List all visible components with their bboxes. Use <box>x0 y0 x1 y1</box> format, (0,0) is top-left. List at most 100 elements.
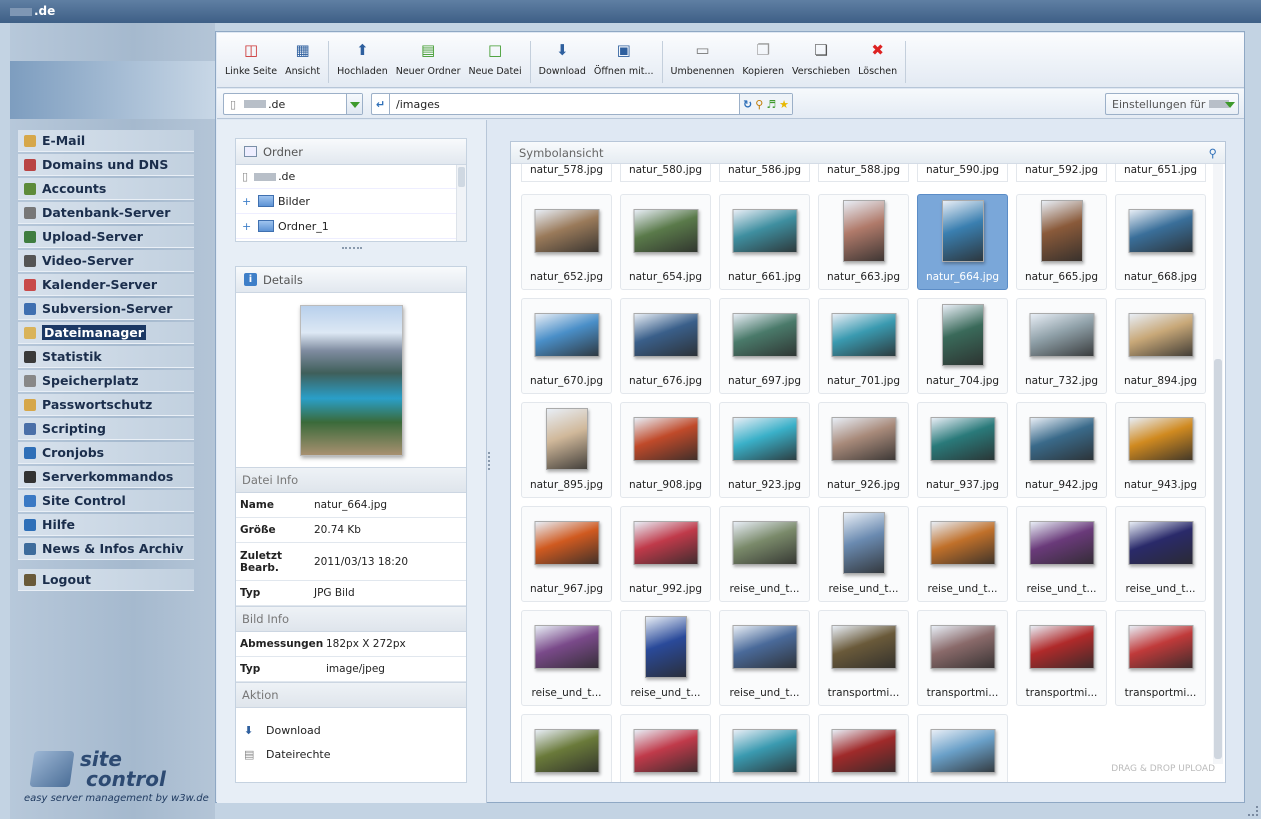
nav-item-site-control[interactable]: Site Control <box>18 490 194 512</box>
file-tile[interactable]: reise_und_t... <box>1016 506 1107 602</box>
file-tile[interactable]: transportmi... <box>1016 610 1107 706</box>
nav-item-video-server[interactable]: Video-Server <box>18 250 194 272</box>
file-tile[interactable]: natur_967.jpg <box>521 506 612 602</box>
nav-item-kalender-server[interactable]: Kalender-Server <box>18 274 194 296</box>
file-tile[interactable]: reise_und_t... <box>917 506 1008 602</box>
nav-item-news-infos-archiv[interactable]: News & Infos Archiv <box>18 538 194 560</box>
file-tile[interactable]: natur_654.jpg <box>620 194 711 290</box>
expand-icon[interactable]: + <box>242 220 258 233</box>
öffnen-mit-button[interactable]: ▣ Öffnen mit... <box>590 41 658 83</box>
neuer-ordner-button[interactable]: ▤ Neuer Ordner <box>392 41 465 83</box>
file-tile[interactable]: natur_588.jpg <box>818 164 909 182</box>
nav-item-passwortschutz[interactable]: Passwortschutz <box>18 394 194 416</box>
favorite-star-icon[interactable]: ★ <box>779 98 789 111</box>
file-tile[interactable]: natur_937.jpg <box>917 402 1008 498</box>
file-tile[interactable]: natur_586.jpg <box>719 164 810 182</box>
nav-item-subversion-server[interactable]: Subversion-Server <box>18 298 194 320</box>
file-tile[interactable]: natur_923.jpg <box>719 402 810 498</box>
ansicht-button[interactable]: ▦ Ansicht <box>281 41 324 83</box>
löschen-button[interactable]: ✖ Löschen <box>854 41 901 83</box>
refresh-icon[interactable]: ↻ <box>743 98 752 111</box>
file-tile[interactable]: natur_652.jpg <box>521 194 612 290</box>
nav-item-speicherplatz[interactable]: Speicherplatz <box>18 370 194 392</box>
file-tile[interactable]: reise_und_t... <box>719 610 810 706</box>
file-tile[interactable] <box>818 714 909 782</box>
file-tile[interactable]: natur_697.jpg <box>719 298 810 394</box>
file-tile[interactable]: natur_908.jpg <box>620 402 711 498</box>
folder-up-icon[interactable]: ↵ <box>372 94 390 114</box>
file-tile[interactable]: natur_676.jpg <box>620 298 711 394</box>
file-tile[interactable]: natur_592.jpg <box>1016 164 1107 182</box>
file-tile[interactable]: natur_664.jpg <box>917 194 1008 290</box>
tree-root[interactable]: ▯ .de <box>236 165 466 189</box>
grid-scrollbar[interactable] <box>1213 164 1223 764</box>
zoom-icon[interactable]: ⚲ <box>1209 146 1217 160</box>
nav-item-hilfe[interactable]: Hilfe <box>18 514 194 536</box>
verschieben-button[interactable]: ❏ Verschieben <box>788 41 854 83</box>
chevron-down-icon[interactable] <box>1222 94 1238 114</box>
tree-folder-bilder[interactable]: + Bilder <box>236 189 466 214</box>
file-tile[interactable]: reise_und_t... <box>620 610 711 706</box>
file-tile[interactable] <box>719 714 810 782</box>
file-tile[interactable] <box>521 714 612 782</box>
nav-item-upload-server[interactable]: Upload-Server <box>18 226 194 248</box>
file-tile[interactable]: transportmi... <box>917 610 1008 706</box>
file-tile[interactable]: natur_704.jpg <box>917 298 1008 394</box>
file-tile[interactable] <box>620 714 711 782</box>
nav-item-e-mail[interactable]: E-Mail <box>18 130 194 152</box>
linke-seite-button[interactable]: ◫ Linke Seite <box>221 41 281 83</box>
file-tile[interactable]: reise_und_t... <box>818 506 909 602</box>
nav-item-accounts[interactable]: Accounts <box>18 178 194 200</box>
file-tile[interactable]: natur_701.jpg <box>818 298 909 394</box>
expand-icon[interactable]: + <box>242 195 258 208</box>
file-tile[interactable]: natur_894.jpg <box>1115 298 1206 394</box>
folder-scrollbar[interactable] <box>456 165 466 241</box>
chevron-down-icon[interactable] <box>346 94 362 114</box>
splitter-handle[interactable] <box>342 247 362 251</box>
file-tile[interactable]: natur_578.jpg <box>521 164 612 182</box>
action-permissions[interactable]: ▤ Dateirechte <box>244 742 466 766</box>
file-tile[interactable]: natur_670.jpg <box>521 298 612 394</box>
file-tile[interactable]: natur_665.jpg <box>1016 194 1107 290</box>
file-tile[interactable]: natur_651.jpg <box>1115 164 1206 182</box>
file-tile[interactable]: natur_992.jpg <box>620 506 711 602</box>
nav-item-logout[interactable]: Logout <box>18 569 194 591</box>
file-tile[interactable]: reise_und_t... <box>719 506 810 602</box>
file-tile[interactable]: natur_580.jpg <box>620 164 711 182</box>
settings-select[interactable]: Einstellungen für <box>1105 93 1239 115</box>
file-tile[interactable]: transportmi... <box>1115 610 1206 706</box>
file-tile[interactable]: natur_661.jpg <box>719 194 810 290</box>
file-tile[interactable]: natur_590.jpg <box>917 164 1008 182</box>
nav-item-domains-und-dns[interactable]: Domains und DNS <box>18 154 194 176</box>
neue-datei-button[interactable]: □ Neue Datei <box>464 41 525 83</box>
file-tile[interactable]: reise_und_t... <box>521 610 612 706</box>
tree-folder-ordner_1[interactable]: + Ordner_1 <box>236 214 466 239</box>
window-resize-grip[interactable] <box>1248 806 1258 816</box>
file-tile[interactable]: transportmi... <box>818 610 909 706</box>
file-tile[interactable]: natur_668.jpg <box>1115 194 1206 290</box>
file-tile[interactable]: natur_732.jpg <box>1016 298 1107 394</box>
nav-item-statistik[interactable]: Statistik <box>18 346 194 368</box>
umbenennen-button[interactable]: ▭ Umbenennen <box>667 41 739 83</box>
nav-item-datenbank-server[interactable]: Datenbank-Server <box>18 202 194 224</box>
server-select[interactable]: ▯ .de <box>223 93 363 115</box>
nav-item-serverkommandos[interactable]: Serverkommandos <box>18 466 194 488</box>
search-icon[interactable]: ⚲ <box>755 98 763 111</box>
path-input[interactable]: ↵ /images ↻ ⚲ ♬ ★ <box>371 93 793 115</box>
file-tile[interactable]: reise_und_t... <box>1115 506 1206 602</box>
file-tile[interactable] <box>917 714 1008 782</box>
file-tile[interactable]: natur_926.jpg <box>818 402 909 498</box>
file-tile[interactable]: natur_942.jpg <box>1016 402 1107 498</box>
nav-item-cronjobs[interactable]: Cronjobs <box>18 442 194 464</box>
hochladen-button[interactable]: ⬆ Hochladen <box>333 41 392 83</box>
file-tile[interactable]: natur_943.jpg <box>1115 402 1206 498</box>
nav-item-dateimanager[interactable]: Dateimanager <box>18 322 194 344</box>
nav-item-scripting[interactable]: Scripting <box>18 418 194 440</box>
download-button[interactable]: ⬇ Download <box>535 41 590 83</box>
sound-icon[interactable]: ♬ <box>766 98 776 111</box>
kopieren-button[interactable]: ❐ Kopieren <box>738 41 788 83</box>
file-tile[interactable]: natur_895.jpg <box>521 402 612 498</box>
file-tile[interactable]: natur_663.jpg <box>818 194 909 290</box>
pane-resize-handle[interactable] <box>488 452 492 470</box>
action-download[interactable]: ⬇ Download <box>244 718 466 742</box>
